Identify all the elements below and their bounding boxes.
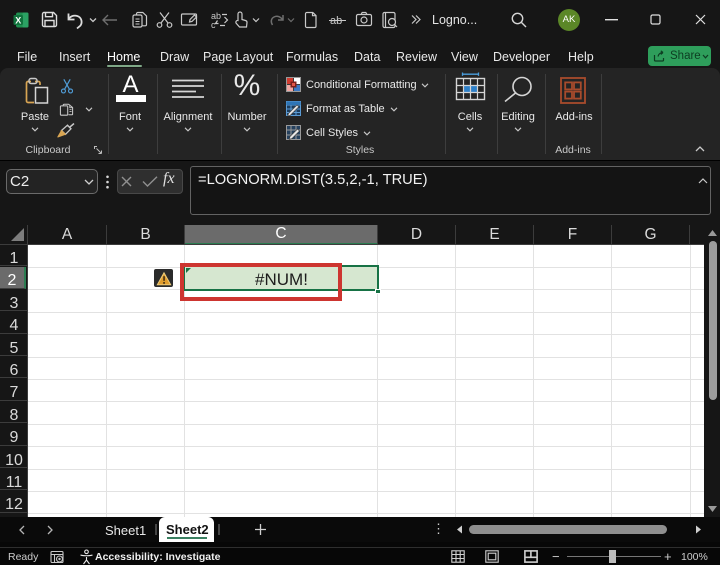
- svg-text:c: c: [211, 20, 216, 30]
- svg-text:X: X: [15, 16, 21, 26]
